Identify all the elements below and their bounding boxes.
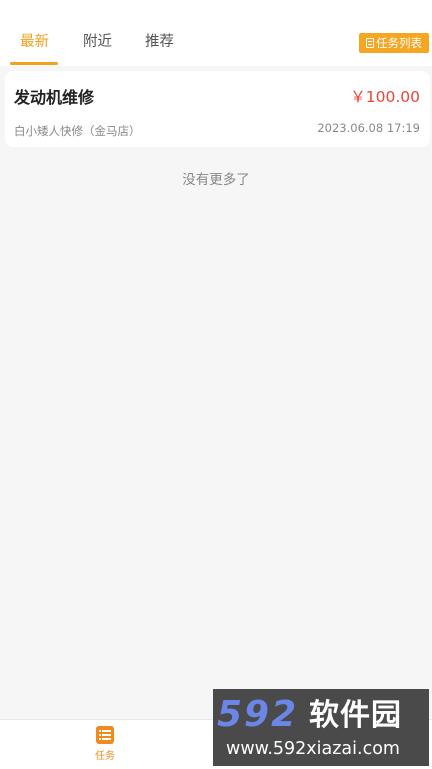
watermark-name: 软件园 xyxy=(309,698,402,733)
watermark-logo: 592 xyxy=(217,694,299,735)
no-more-text: 没有更多了 xyxy=(182,172,250,188)
tab-latest[interactable]: 最新 xyxy=(20,33,49,51)
task-card[interactable]: 发动机维修 ￥100.00 白小矮人快修（金马店） 2023.06.08 17:… xyxy=(5,71,430,147)
task-list-icon xyxy=(96,726,114,744)
site-watermark: 592 软件园 www.592xiazai.com xyxy=(213,689,429,766)
nav-item-task[interactable]: 任务 xyxy=(75,726,135,762)
task-price: ￥100.00 xyxy=(350,88,420,106)
tab-recommended[interactable]: 推荐 xyxy=(145,33,174,51)
task-timestamp: 2023.06.08 17:19 xyxy=(317,121,420,135)
task-list-button[interactable]: 任务列表 xyxy=(359,33,429,53)
nav-label-task: 任务 xyxy=(95,751,115,762)
task-title: 发动机维修 xyxy=(14,88,95,107)
tab-nearby[interactable]: 附近 xyxy=(83,33,112,51)
top-tab-bar: 最新 附近 推荐 任务列表 xyxy=(0,0,432,66)
active-tab-indicator xyxy=(10,62,58,65)
task-shop-name: 白小矮人快修（金马店） xyxy=(14,124,141,138)
watermark-url: www.592xiazai.com xyxy=(226,739,400,759)
document-icon xyxy=(366,38,374,48)
task-list-button-label: 任务列表 xyxy=(376,36,422,50)
